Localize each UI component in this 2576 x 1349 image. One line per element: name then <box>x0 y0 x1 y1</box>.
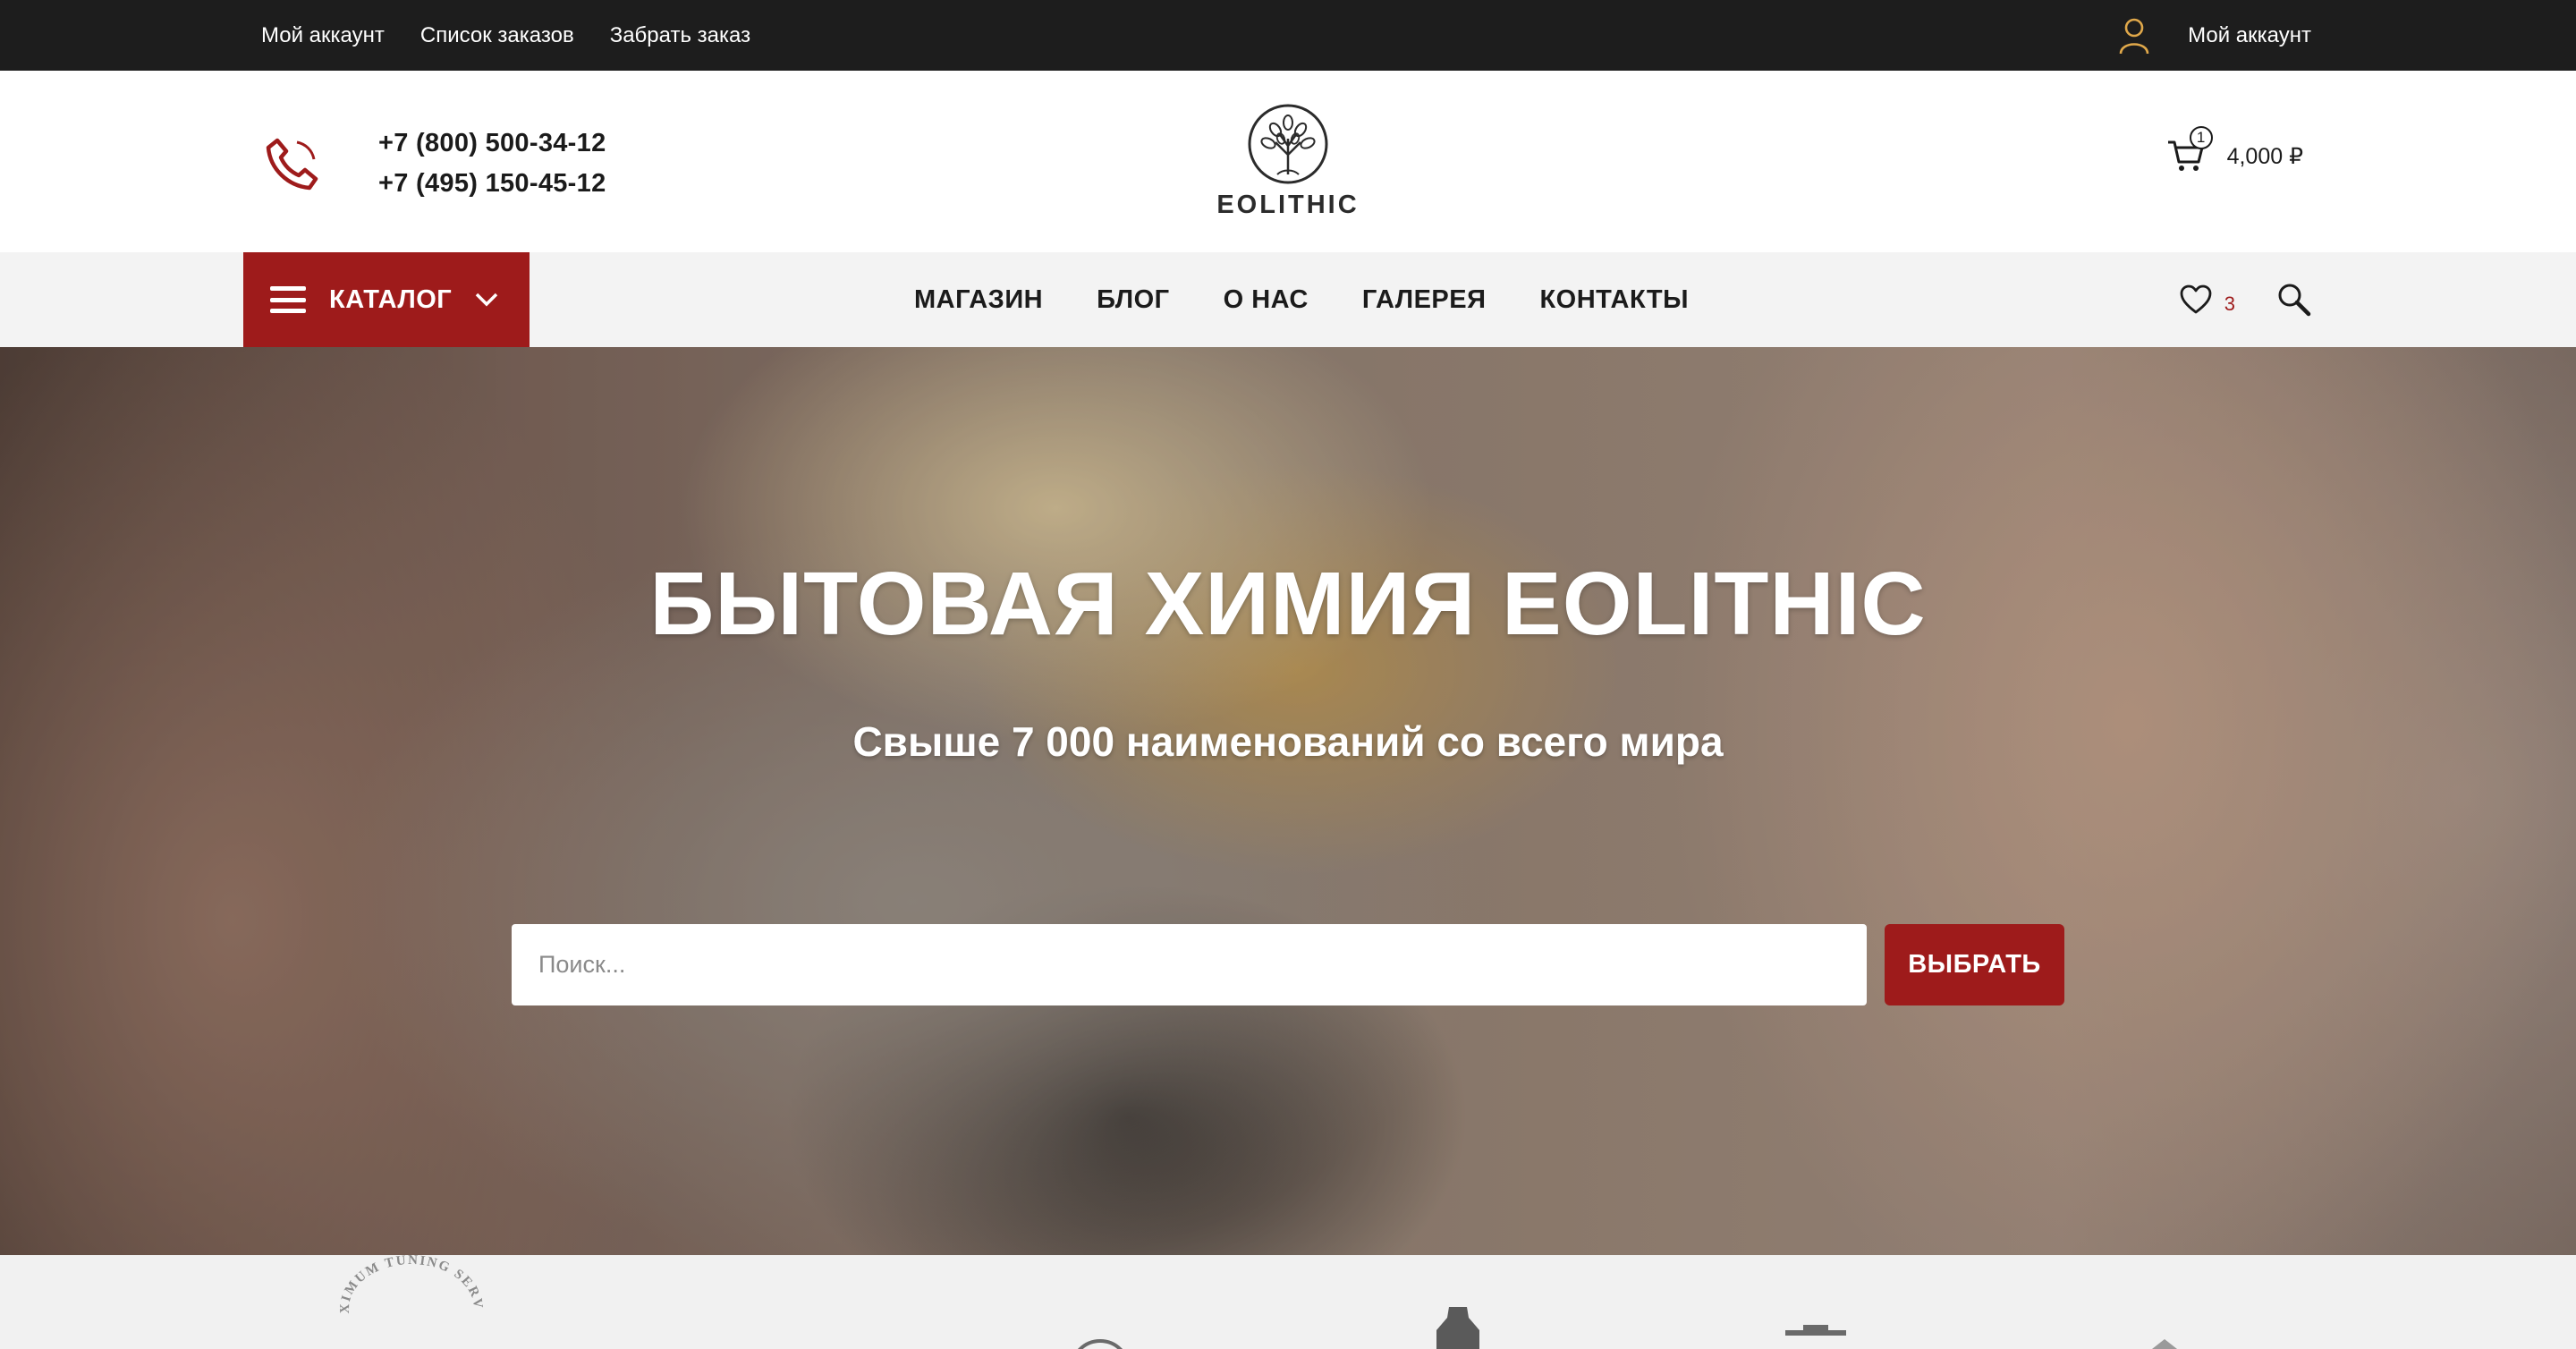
brand-logo-5[interactable] <box>2138 1255 2191 1349</box>
nav-item-about[interactable]: О НАС <box>1224 285 1309 315</box>
site-logo[interactable]: EOLITHIC <box>1199 103 1377 228</box>
brand-logo-text: MAXIMUM TUNING SERVICE <box>331 1255 483 1314</box>
nav-item-blog[interactable]: БЛОГ <box>1097 285 1169 315</box>
cart-count-badge: 1 <box>2189 126 2213 149</box>
wishlist-count: 3 <box>2224 293 2235 315</box>
hero-search-button[interactable]: ВЫБРАТЬ <box>1885 924 2064 1005</box>
brand-logo-3[interactable] <box>1422 1255 1494 1349</box>
hero-subtitle: Свыше 7 000 наименований со всего мира <box>852 718 1724 765</box>
top-link-pickup[interactable]: Забрать заказ <box>610 23 750 48</box>
site-header: +7 (800) 500-34-12 +7 (495) 150-45-12 EO… <box>0 71 2576 252</box>
hero-title: БЫТОВАЯ ХИМИЯ EOLITHIC <box>649 554 1927 654</box>
cart-icon-wrap: 1 <box>2166 126 2213 178</box>
brand-logo-4[interactable] <box>1780 1255 1852 1349</box>
account-link[interactable]: Мой аккаунт <box>2118 0 2311 71</box>
top-link-orders[interactable]: Список заказов <box>420 23 574 48</box>
catalog-label: КАТАЛОГ <box>329 284 453 314</box>
brands-strip: MAXIMUM TUNING SERVICE <box>0 1255 2576 1349</box>
main-navigation: КАТАЛОГ МАГАЗИН БЛОГ О НАС ГАЛЕРЕЯ КОНТА… <box>0 252 2576 347</box>
search-icon[interactable] <box>2276 282 2312 318</box>
phone-number-1[interactable]: +7 (800) 500-34-12 <box>378 123 606 164</box>
cart-total: 4,000 ₽ <box>2226 144 2303 169</box>
phone-number-2[interactable]: +7 (495) 150-45-12 <box>378 164 606 204</box>
top-link-my-account[interactable]: Мой аккаунт <box>261 23 385 48</box>
nav-item-gallery[interactable]: ГАЛЕРЕЯ <box>1362 285 1487 315</box>
nav-item-shop[interactable]: МАГАЗИН <box>914 285 1043 315</box>
nav-icons: 3 <box>2180 252 2312 347</box>
hero-search-input[interactable] <box>512 924 1867 1005</box>
wishlist-link[interactable]: 3 <box>2180 284 2235 316</box>
phone-numbers: +7 (800) 500-34-12 +7 (495) 150-45-12 <box>378 123 606 204</box>
account-label: Мой аккаунт <box>2188 22 2311 47</box>
brand-logo-maximum-tuning[interactable]: MAXIMUM TUNING SERVICE <box>331 1255 492 1349</box>
svg-text:MAXIMUM TUNING SERVICE: MAXIMUM TUNING SERVICE <box>331 1255 485 1314</box>
brand-logo-2[interactable] <box>1069 1255 1131 1349</box>
top-bar: Мой аккаунт Список заказов Забрать заказ… <box>0 0 2576 71</box>
user-icon <box>2119 18 2149 54</box>
catalog-button[interactable]: КАТАЛОГ <box>243 252 530 347</box>
nav-item-contacts[interactable]: КОНТАКТЫ <box>1539 285 1689 315</box>
chevron-down-icon <box>475 293 498 307</box>
hero-banner: БЫТОВАЯ ХИМИЯ EOLITHIC Свыше 7 000 наиме… <box>0 347 2576 1255</box>
logo-tree-icon <box>1248 104 1328 184</box>
heart-icon <box>2180 284 2212 314</box>
mini-cart[interactable]: 1 4,000 ₽ <box>2166 126 2303 178</box>
nav-menu: МАГАЗИН БЛОГ О НАС ГАЛЕРЕЯ КОНТАКТЫ <box>914 252 1689 347</box>
phone-icon <box>266 138 318 191</box>
top-links: Мой аккаунт Список заказов Забрать заказ <box>261 0 750 71</box>
hamburger-icon <box>270 286 306 313</box>
logo-text: EOLITHIC <box>1216 191 1360 219</box>
